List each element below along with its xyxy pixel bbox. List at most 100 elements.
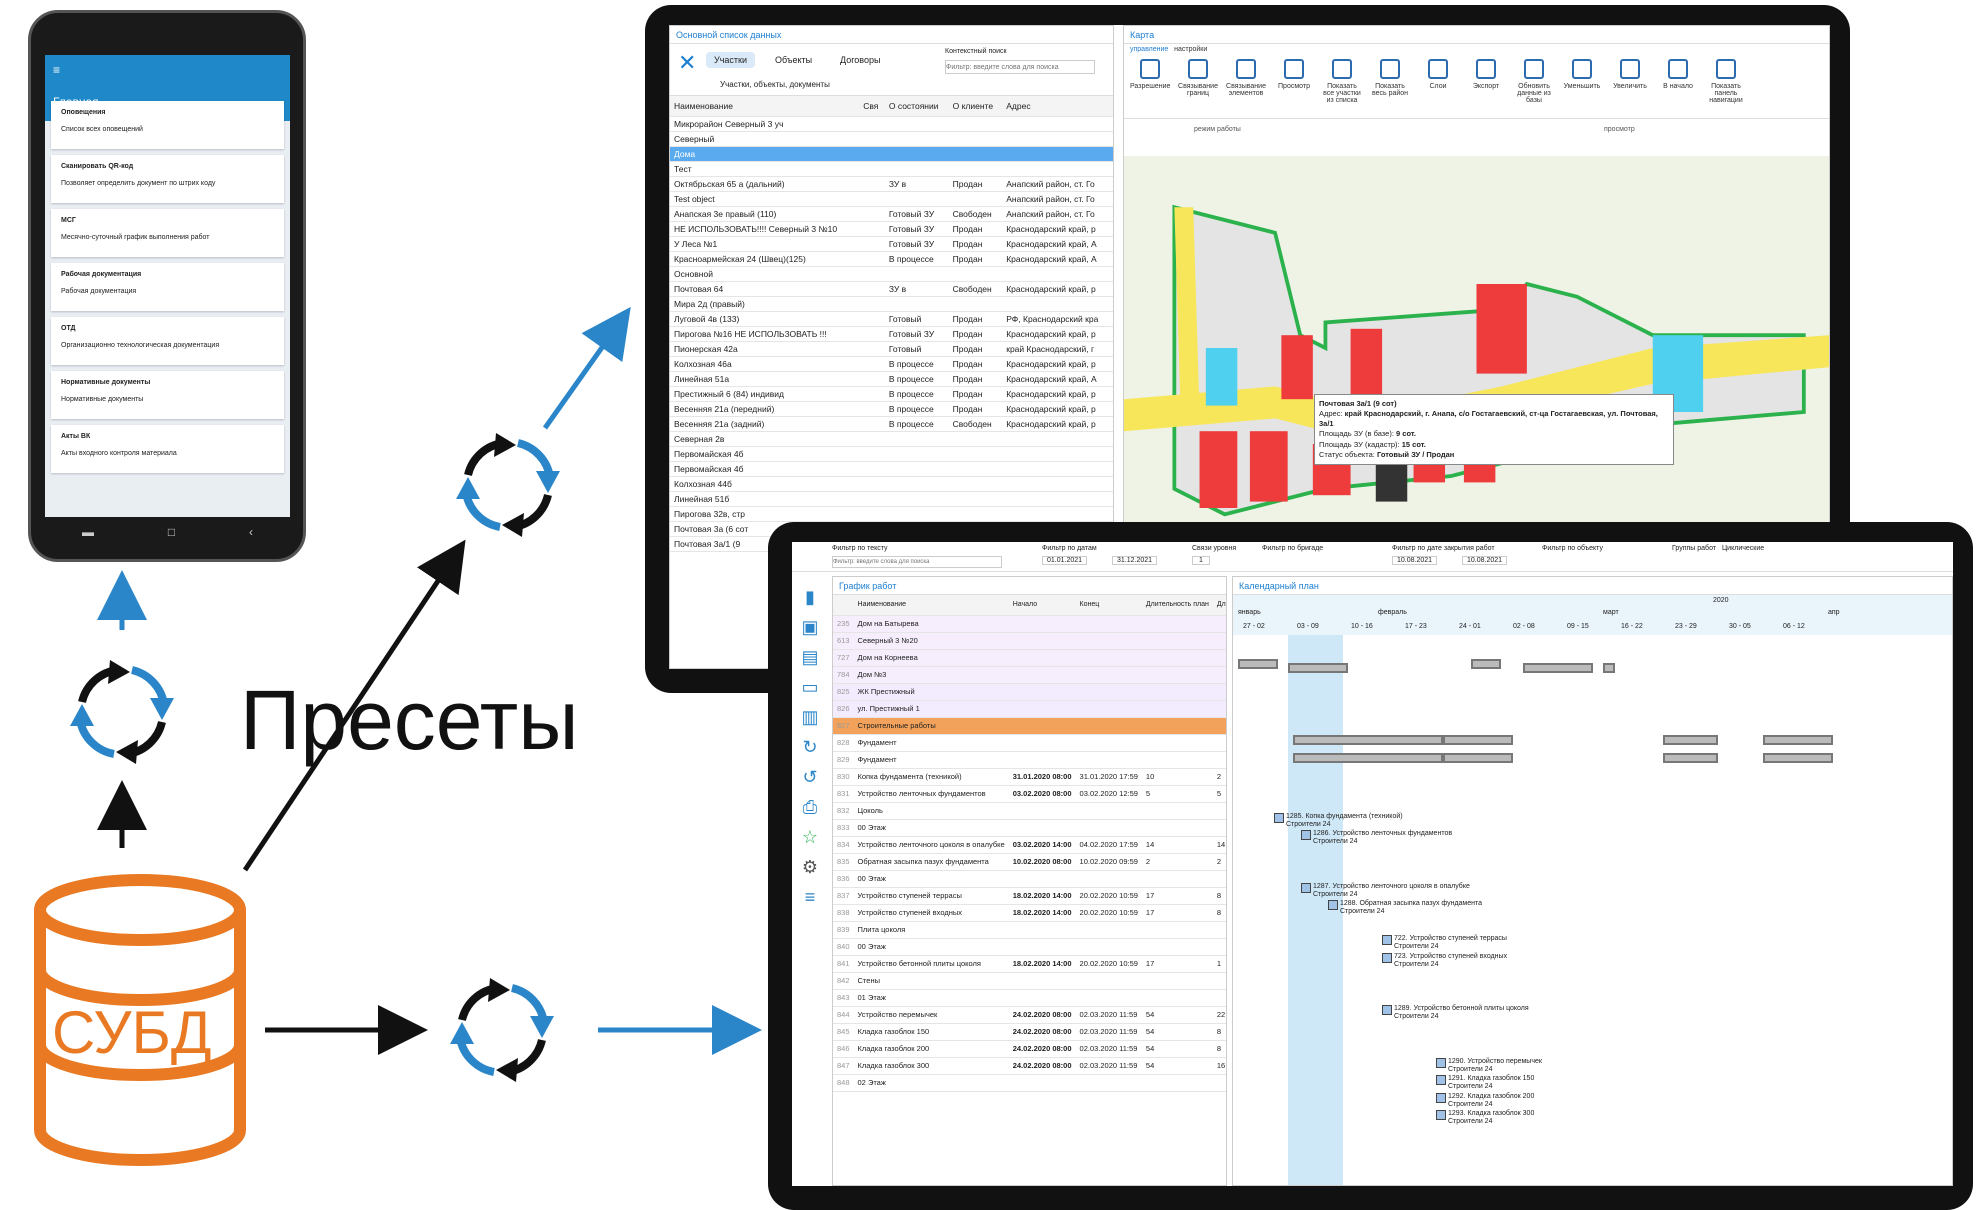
table-row[interactable]: Весенняя 21а (задний) В процессе Свободен К… <box>670 416 1113 432</box>
table-row[interactable]: Основной <box>670 266 1113 282</box>
table-row[interactable]: НЕ ИСПОЛЬЗОВАТЬ!!!! Северный 3 №10 Готовы… <box>670 221 1113 237</box>
list-col-header[interactable]: О клиенте <box>948 96 1003 117</box>
table-row[interactable]: 831 Устройство ленточных фундаментов 03.02… <box>833 785 1226 803</box>
table-row[interactable]: Линейная 51б <box>670 491 1113 507</box>
list-col-header[interactable]: Наименование <box>670 96 860 117</box>
work-col-header[interactable]: Конец <box>1075 595 1142 616</box>
tab-settings[interactable]: настройки <box>1174 46 1207 53</box>
gantt-summary-bar[interactable] <box>1763 735 1833 745</box>
phone-card[interactable]: ОТД Организационно технологическая докуме… <box>51 317 284 365</box>
bars-icon[interactable]: ≡ <box>796 882 824 912</box>
close-from-field[interactable]: 10.08.2021 <box>1392 556 1438 565</box>
work-col-header[interactable]: Длительность план <box>1141 595 1213 616</box>
gantt-task[interactable]: 723. Устройство ступеней входных Строител… <box>1382 952 1507 969</box>
search-input[interactable] <box>945 60 1095 74</box>
table-row[interactable]: 834 Устройство ленточного цоколя в опалуб… <box>833 836 1226 854</box>
table-row[interactable]: 613 Северный 3 №20 <box>833 632 1226 650</box>
table-row[interactable]: 841 Устройство бетонной плиты цоколя 18.02… <box>833 955 1226 973</box>
map-tool-button[interactable]: Показать панель навигации <box>1706 59 1746 114</box>
table-row[interactable]: 848 02 Этаж <box>833 1074 1226 1092</box>
table-row[interactable]: 784 Дом №3 <box>833 666 1226 684</box>
table-row[interactable]: Test object Анапский район, ст. Го <box>670 191 1113 207</box>
gantt-task[interactable]: 1291. Кладка газоблок 150 Строители 24 <box>1436 1075 1534 1091</box>
map-tool-button[interactable]: Экспорт <box>1466 59 1506 114</box>
gantt-summary-bar[interactable] <box>1293 753 1443 763</box>
map-tool-button[interactable]: Просмотр <box>1274 59 1314 114</box>
list-col-header[interactable]: О состоянии <box>884 96 949 117</box>
table-row[interactable]: 837 Устройство ступеней террасы 18.02.2020… <box>833 887 1226 905</box>
table-row[interactable]: Весенняя 21а (передний) В процессе Продан К… <box>670 401 1113 417</box>
table-row[interactable]: 846 Кладка газоблок 200 24.02.2020 08:00 02… <box>833 1040 1226 1058</box>
phone-card[interactable]: Акты ВК Акты входного контроля материала <box>51 425 284 473</box>
table-row[interactable]: 832 Цоколь <box>833 802 1226 820</box>
table-row[interactable]: 825 ЖК Престижный <box>833 683 1226 701</box>
sync-small-icon[interactable]: ↺ <box>796 762 824 792</box>
date-from-field[interactable]: 01.01.2021 <box>1042 556 1088 565</box>
filter-text-input[interactable] <box>832 556 1002 568</box>
table-row[interactable]: 842 Стены <box>833 972 1226 990</box>
table-row[interactable]: Пирогова №16 НЕ ИСПОЛЬЗОВАТЬ !!! Готовый … <box>670 326 1113 342</box>
table-row[interactable]: Октябрьская 65 а (дальний) ЗУ в Продан Анап… <box>670 176 1113 192</box>
work-col-header[interactable]: Длительность норма <box>1212 595 1226 616</box>
gantt-task[interactable]: 722. Устройство ступеней террасы Строител… <box>1382 935 1507 951</box>
phone-card[interactable]: Сканировать QR-код Позволяет определить д… <box>51 155 284 203</box>
gear-icon[interactable]: ⚙ <box>796 852 824 882</box>
table-row[interactable]: 835 Обратная засыпка пазух фундамента 10.0… <box>833 853 1226 871</box>
gantt-summary-bar[interactable] <box>1238 659 1278 669</box>
map-tool-button[interactable]: Показать все участки из списка <box>1322 59 1362 114</box>
folder-icon[interactable]: ▭ <box>796 672 824 702</box>
table-row[interactable]: Северная 2в <box>670 431 1113 447</box>
chart-icon[interactable]: ▮ <box>796 582 824 612</box>
gantt-summary-bar[interactable] <box>1471 659 1501 669</box>
tab-control[interactable]: управление <box>1130 46 1168 53</box>
gantt-task[interactable]: 1290. Устройство перемычек Строители 24 <box>1436 1057 1542 1074</box>
gantt-task[interactable]: 1293. Кладка газоблок 300 Строители 24 <box>1436 1110 1534 1126</box>
table-row[interactable]: Престижный 6 (84) индивид В процессе Прода… <box>670 386 1113 402</box>
level-field[interactable]: 1 <box>1192 556 1210 565</box>
table-row[interactable]: Первомайская 4б <box>670 446 1113 462</box>
table-row[interactable]: Колхозная 44б <box>670 476 1113 492</box>
tab-objects[interactable]: Объекты <box>775 55 812 65</box>
table-row[interactable]: 836 00 Этаж <box>833 870 1226 888</box>
map-tool-button[interactable]: Слои <box>1418 59 1458 114</box>
stats-icon[interactable]: ▤ <box>796 642 824 672</box>
map-tool-button[interactable]: Связывание элементов <box>1226 59 1266 114</box>
table-row[interactable]: Красноармейская 24 (Швец)(125) В процессе… <box>670 251 1113 267</box>
star-icon[interactable]: ☆ <box>796 822 824 852</box>
gantt-summary-bar[interactable] <box>1523 663 1593 673</box>
table-row[interactable]: Дома <box>670 146 1113 162</box>
table-row[interactable]: 833 00 Этаж <box>833 819 1226 837</box>
map-tool-button[interactable]: Связывание границ <box>1178 59 1218 114</box>
phone-card[interactable]: МСГ Месячно-суточный график выполнения ра… <box>51 209 284 257</box>
work-col-header[interactable]: Наименование <box>853 595 1009 616</box>
save-icon[interactable]: ▥ <box>796 702 824 732</box>
map-tool-button[interactable]: Разрешение <box>1130 59 1170 114</box>
map-tool-button[interactable]: Обновить данные из базы <box>1514 59 1554 114</box>
gantt-summary-bar[interactable] <box>1663 735 1718 745</box>
date-to-field[interactable]: 31.12.2021 <box>1112 556 1158 565</box>
table-row[interactable]: Луговой 4в (133) Готовый Продан РФ, Краснод… <box>670 311 1113 327</box>
tab-contracts[interactable]: Договоры <box>840 55 880 65</box>
gantt-summary-bar[interactable] <box>1443 735 1513 745</box>
map-tool-button[interactable]: Уменьшить <box>1562 59 1602 114</box>
table-row[interactable]: 826 ул. Престижный 1 <box>833 700 1226 718</box>
close-to-field[interactable]: 10.08.2021 <box>1462 556 1508 565</box>
table-row[interactable]: Пионерская 42а Готовый Продан край Краснода… <box>670 341 1113 357</box>
table-row[interactable]: 847 Кладка газоблок 300 24.02.2020 08:00 02… <box>833 1057 1226 1075</box>
menu-icon[interactable]: ≡ <box>53 63 282 77</box>
gantt-task[interactable]: 1287. Устройство ленточного цоколя в опа… <box>1301 882 1470 899</box>
phone-card[interactable]: Оповещения Список всех оповещений <box>51 101 284 149</box>
map-tool-button[interactable]: В начало <box>1658 59 1698 114</box>
table-row[interactable]: Линейная 51а В процессе Продан Краснодарски… <box>670 371 1113 387</box>
table-row[interactable]: 830 Копка фундамента (техникой) 31.01.2020… <box>833 768 1226 786</box>
table-row[interactable]: 845 Кладка газоблок 150 24.02.2020 08:00 02… <box>833 1023 1226 1041</box>
table-row[interactable]: 829 Фундамент <box>833 751 1226 769</box>
gantt-task[interactable]: 1286. Устройство ленточных фундаментов Ст… <box>1301 830 1452 846</box>
gantt-summary-bar[interactable] <box>1293 735 1443 745</box>
table-row[interactable]: 828 Фундамент <box>833 734 1226 752</box>
table-row[interactable]: 843 01 Этаж <box>833 989 1226 1007</box>
table-row[interactable]: 840 00 Этаж <box>833 938 1226 956</box>
gantt-task[interactable]: 1289. Устройство бетонной плиты цоколя Ст… <box>1382 1005 1529 1021</box>
table-row[interactable]: Анапская 3е правый (110) Готовый ЗУ Свобод… <box>670 206 1113 222</box>
table-row[interactable]: Микрорайон Северный 3 уч <box>670 116 1113 132</box>
